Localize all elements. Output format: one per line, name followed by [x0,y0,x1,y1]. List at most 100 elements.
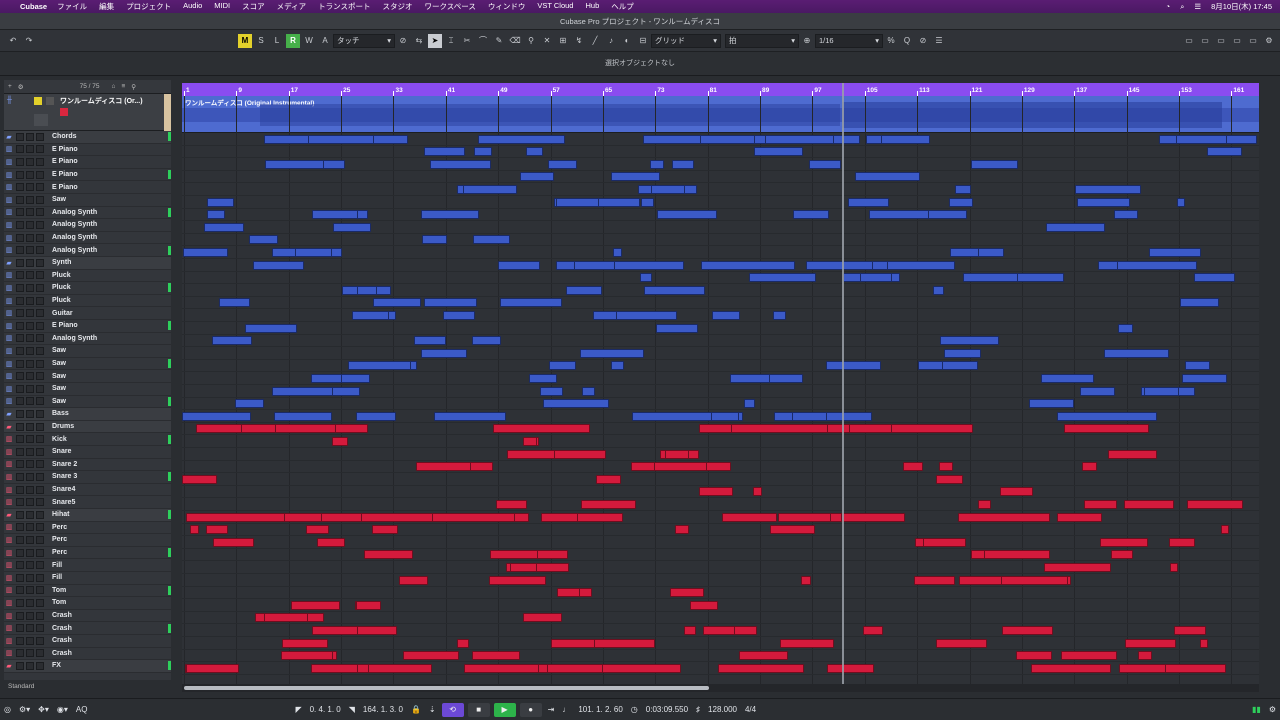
track-header[interactable]: ▥ Crash [4,622,171,635]
midi-part[interactable] [321,512,362,522]
midi-part[interactable] [943,348,982,358]
mute-button[interactable] [16,246,24,255]
solo-button[interactable] [26,145,34,154]
track-name[interactable]: Analog Synth [52,221,97,228]
track-name[interactable]: Perc [52,549,67,556]
midi-part[interactable] [207,197,235,207]
midi-part[interactable] [281,651,334,661]
midi-part[interactable] [310,663,358,673]
menu-item-4[interactable]: MIDI [214,1,230,12]
midi-part[interactable] [431,512,515,522]
drum-icon[interactable]: ▥ [4,561,14,569]
solo-button[interactable] [26,649,34,658]
instrument-icon[interactable]: ▥ [4,234,14,242]
time-signature[interactable]: 4/4 [745,705,756,714]
record-button[interactable] [36,535,44,544]
record-button[interactable] [36,409,44,418]
midi-part[interactable] [577,512,623,522]
drum-icon[interactable]: ▥ [4,637,14,645]
mute-button[interactable] [16,359,24,368]
record-button[interactable] [36,145,44,154]
record-button[interactable] [36,435,44,444]
track-name[interactable]: Saw [52,385,66,392]
solo-button[interactable] [26,460,34,469]
track-header[interactable]: ▥ Tom [4,584,171,598]
instrument-icon[interactable]: ▥ [4,397,14,405]
midi-part[interactable] [333,222,372,232]
midi-part[interactable] [510,562,538,572]
midi-part[interactable] [565,285,602,295]
track-name[interactable]: FX [52,662,61,669]
solo-button[interactable] [26,271,34,280]
track-lane[interactable] [182,372,1259,385]
midi-part[interactable] [1111,550,1133,560]
track-header[interactable]: ▥ Saw [4,345,171,358]
mute-button[interactable] [16,636,24,645]
track-lane[interactable] [182,196,1259,209]
midi-part[interactable] [1179,298,1219,308]
record-button[interactable] [36,586,44,595]
nudge-icon[interactable]: ⇆ [412,34,426,48]
midi-part[interactable] [472,235,511,245]
record-button[interactable]: ● [519,702,542,717]
track-header[interactable]: ▥ Saw [4,395,171,409]
midi-part[interactable] [185,512,285,522]
track-name[interactable]: Analog Synth [52,209,97,216]
track-lane[interactable] [182,486,1259,499]
track-name[interactable]: Analog Synth [52,335,97,342]
drum-icon[interactable]: ▥ [4,486,14,494]
menu-item-0[interactable]: ファイル [57,1,87,12]
folder-icon[interactable]: ▰ [4,662,14,670]
split-tool-icon[interactable]: ✂ [460,34,474,48]
solo-button[interactable] [26,661,34,670]
track-lane[interactable] [182,410,1259,423]
midi-part[interactable] [890,424,974,434]
track-name[interactable]: Analog Synth [52,234,97,241]
instrument-icon[interactable]: ▥ [4,372,14,380]
midi-part[interactable] [613,247,622,257]
midi-part[interactable] [1185,361,1210,371]
undo-icon[interactable]: ↶ [6,34,20,48]
midi-part[interactable] [331,436,349,446]
track-name[interactable]: Saw [52,196,66,203]
midi-part[interactable] [1220,525,1230,535]
midi-part[interactable] [954,184,971,194]
midi-part[interactable] [962,273,1018,283]
record-button[interactable] [36,296,44,305]
midi-part[interactable] [1182,373,1227,383]
midi-part[interactable] [421,348,467,358]
track-presets-icon[interactable]: ⚙ [18,83,24,91]
midi-part[interactable] [594,638,655,648]
line-tool-icon[interactable]: ╱ [588,34,602,48]
track-header[interactable]: ▰ FX [4,660,171,673]
midi-part[interactable] [1174,625,1207,635]
folder-icon[interactable]: ▰ [4,259,14,267]
track-header[interactable]: ▥ Snare4 [4,483,171,497]
midi-part[interactable] [579,348,645,358]
midi-part[interactable] [463,184,518,194]
midi-part[interactable] [684,625,697,635]
drum-icon[interactable]: ▥ [4,448,14,456]
midi-part[interactable] [1108,449,1157,459]
midi-part[interactable] [1164,663,1227,673]
midi-part[interactable] [542,399,610,409]
midi-part[interactable] [203,222,245,232]
track-lane[interactable] [182,536,1259,549]
record-button[interactable] [36,649,44,658]
automation-panel-button[interactable]: A [318,34,332,48]
drum-icon[interactable]: ▥ [4,498,14,506]
mute-button[interactable] [16,283,24,292]
gear-icon[interactable]: ⚙ [1262,34,1276,48]
midi-part[interactable] [307,134,375,144]
solo-button[interactable] [26,208,34,217]
midi-part[interactable] [809,159,842,169]
mute-button[interactable] [16,447,24,456]
solo-button[interactable] [26,624,34,633]
folder-icon[interactable]: ▰ [4,423,14,431]
solo-button[interactable] [26,422,34,431]
midi-part[interactable] [650,184,686,194]
solo-button[interactable] [26,586,34,595]
instrument-icon[interactable]: ▥ [4,297,14,305]
track-name[interactable]: Saw [52,398,66,405]
midi-part[interactable] [1169,537,1196,547]
